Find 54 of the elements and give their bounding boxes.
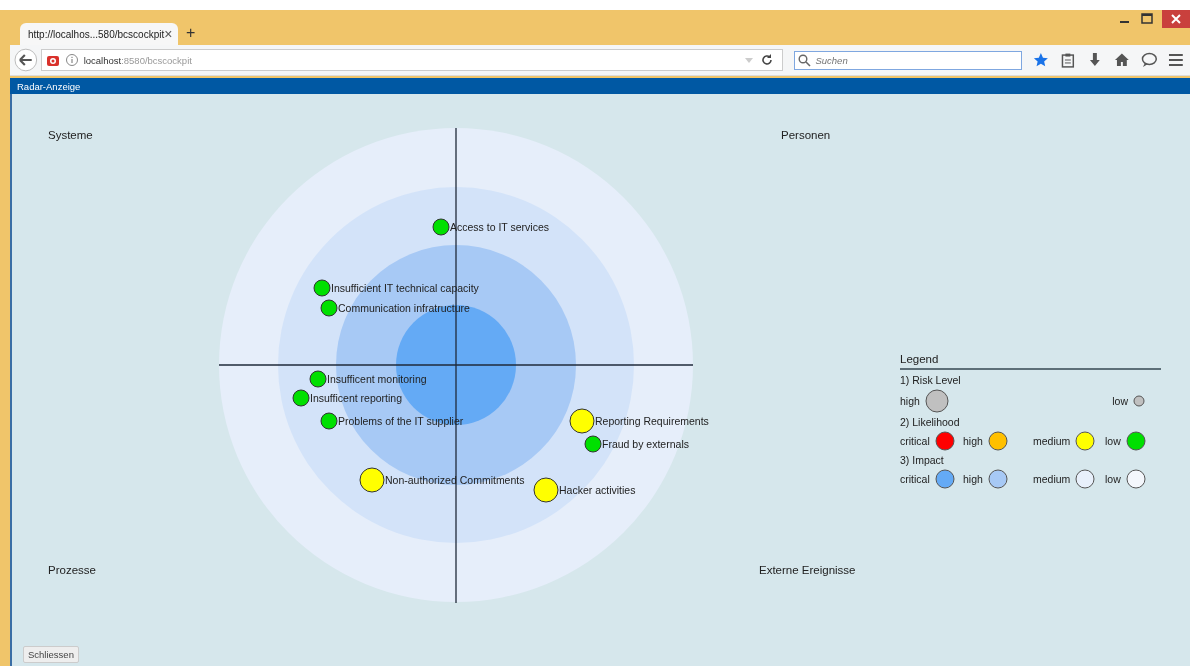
quadrant-label: Prozesse bbox=[48, 564, 96, 576]
risk-dot[interactable] bbox=[292, 389, 310, 407]
address-field[interactable]: localhost:8580/bcscockpit bbox=[40, 49, 784, 71]
legend-section-title: 3) Impact bbox=[900, 454, 945, 466]
browser-tab[interactable]: http://localhos...580/bcscockpit× bbox=[20, 23, 178, 45]
legend-label: medium bbox=[1033, 473, 1071, 485]
legend-label: critical bbox=[900, 473, 930, 485]
back-button[interactable] bbox=[14, 48, 38, 72]
chat-bubble-icon[interactable] bbox=[1140, 52, 1158, 68]
risk-dot[interactable] bbox=[359, 467, 385, 493]
tab-close-button[interactable]: × bbox=[164, 26, 173, 42]
legend-section-title: 1) Risk Level bbox=[900, 374, 962, 386]
risk-label: Reporting Requirements bbox=[595, 415, 709, 427]
search-field[interactable]: Suchen bbox=[794, 50, 1023, 70]
legend-label: high bbox=[900, 395, 920, 407]
legend-section-title: 2) Likelihood bbox=[900, 416, 961, 428]
url-text: localhost:8580/bcscockpit bbox=[83, 54, 192, 66]
info-icon[interactable] bbox=[64, 53, 79, 67]
risk-dot[interactable] bbox=[533, 477, 559, 503]
risk-dot[interactable] bbox=[309, 370, 327, 388]
legend-title: Legend bbox=[900, 353, 1161, 370]
close-button[interactable]: Schliessen bbox=[23, 646, 79, 663]
close-icon bbox=[1171, 14, 1181, 24]
legend-label: low bbox=[1105, 435, 1121, 447]
tab-title: http://localhos...580/bcscockpit bbox=[28, 28, 165, 40]
home-icon[interactable] bbox=[1113, 52, 1130, 68]
risk-dot[interactable] bbox=[320, 412, 338, 430]
close-window-button[interactable] bbox=[1162, 10, 1190, 28]
menu-icon[interactable] bbox=[1168, 53, 1185, 67]
risk-label: Insufficent reporting bbox=[310, 392, 403, 404]
quadrant-label: Personen bbox=[781, 129, 831, 141]
risk-label: Fraud by externals bbox=[602, 438, 689, 450]
maximize-icon[interactable] bbox=[1140, 12, 1154, 26]
legend-label: high bbox=[963, 473, 983, 485]
quadrant-label: Externe Ereignisse bbox=[759, 564, 856, 576]
page-title: Radar-Anzeige bbox=[17, 80, 81, 92]
legend-label: high bbox=[963, 435, 983, 447]
risk-dot[interactable] bbox=[569, 408, 595, 434]
legend-label: critical bbox=[900, 435, 930, 447]
risk-dot[interactable] bbox=[313, 279, 331, 297]
star-icon[interactable] bbox=[1033, 52, 1050, 68]
legend-label: low bbox=[1105, 473, 1121, 485]
quadrant-label: Systeme bbox=[48, 129, 93, 141]
search-icon bbox=[798, 53, 812, 67]
risk-label: Hacker activities bbox=[559, 484, 636, 496]
risk-label: Insufficent monitoring bbox=[327, 373, 427, 385]
risk-dot[interactable] bbox=[584, 435, 602, 453]
legend-label: low bbox=[1112, 395, 1128, 407]
reload-icon[interactable] bbox=[760, 53, 775, 67]
risk-dot[interactable] bbox=[320, 299, 338, 317]
risk-dot[interactable] bbox=[432, 218, 450, 236]
new-tab-button[interactable]: + bbox=[186, 24, 196, 42]
clipboard-icon[interactable] bbox=[1060, 52, 1076, 68]
legend-label: medium bbox=[1033, 435, 1071, 447]
